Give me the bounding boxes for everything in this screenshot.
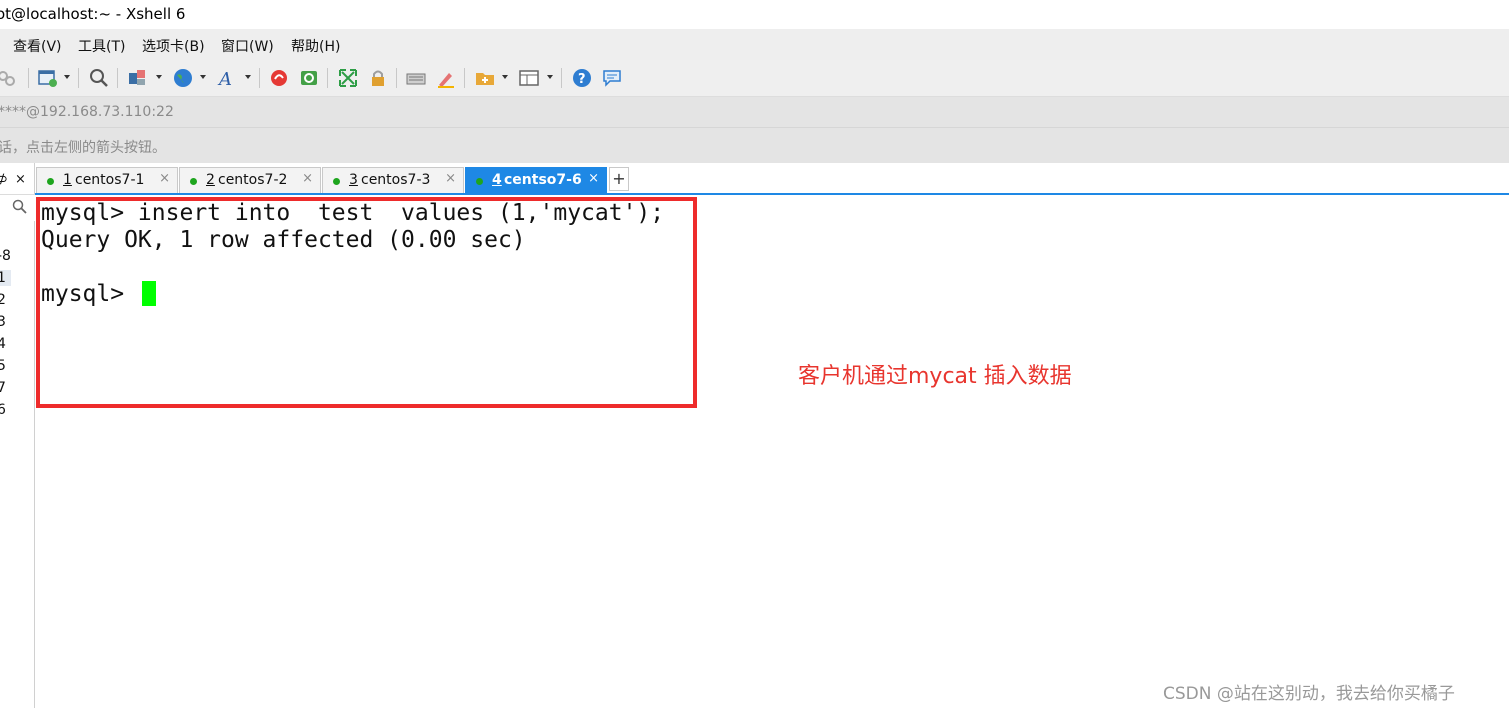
font-dropdown-icon[interactable] [245,75,251,79]
pin-icon[interactable]: ⊅ [0,172,8,187]
tab-number: 1 [63,172,72,188]
session-address: ****@192.168.73.110:22 [0,104,174,120]
tab-number: 3 [349,172,358,188]
properties-icon[interactable] [126,67,148,89]
xmanager-icon[interactable] [298,67,320,89]
toolbar-separator [464,68,465,88]
folder-dropdown-icon[interactable] [502,75,508,79]
hint-bar: 话，点击左侧的箭头按钮。 [0,128,1509,163]
chat-icon[interactable] [601,67,623,89]
session-item[interactable]: 2 [0,292,6,308]
toolbar-separator [117,68,118,88]
tab-label: centso7-6 [504,172,582,188]
close-icon[interactable]: × [15,172,26,187]
menu-bar: 查看(V) 工具(T) 选项卡(B) 窗口(W) 帮助(H) [0,29,1509,60]
session-search-field[interactable] [0,194,35,221]
toolbar-separator [28,68,29,88]
tab-bar: 1 centos7-1 × 2 centos7-2 × 3 centos7-3 … [35,163,1509,195]
xftp-icon[interactable] [268,67,290,89]
new-session-icon[interactable] [37,67,59,89]
highlight-box [36,197,697,408]
annotation-text: 客户机通过mycat 插入数据 [798,364,1072,389]
session-item[interactable]: 7 [0,380,6,396]
help-icon[interactable]: ? [571,67,593,89]
tab-centso7-6[interactable]: 4 centso7-6 × [465,167,607,193]
font-icon[interactable]: A [217,67,239,89]
toolbar-separator [561,68,562,88]
layout-dropdown-icon[interactable] [547,75,553,79]
menu-help[interactable]: 帮助(H) [291,36,340,56]
tab-label: centos7-3 [361,172,431,188]
session-manager-panel: ⊅ × -8 1 2 3 4 5 7 6 [0,163,35,708]
toolbar: A ? [0,60,1509,97]
status-dot [47,178,54,185]
tab-close-icon[interactable]: × [445,171,456,186]
session-item[interactable]: 4 [0,336,6,352]
session-item[interactable]: 3 [0,314,6,330]
menu-tools[interactable]: 工具(T) [78,36,125,56]
layout-icon[interactable] [518,67,540,89]
properties-dropdown-icon[interactable] [156,75,162,79]
session-item[interactable]: -8 [0,248,11,264]
svg-text:?: ? [578,72,586,87]
title-bar: ot@localhost:~ - Xshell 6 [0,0,1509,29]
tab-close-icon[interactable]: × [159,171,170,186]
toolbar-separator [259,68,260,88]
tab-label: centos7-2 [218,172,288,188]
tab-centos7-1[interactable]: 1 centos7-1 × [36,167,178,193]
tab-centos7-3[interactable]: 3 centos7-3 × [322,167,464,193]
menu-view[interactable]: 查看(V) [13,36,62,56]
new-tab-button[interactable]: + [609,167,629,191]
tab-close-icon[interactable]: × [588,171,599,186]
tab-number: 4 [492,172,502,188]
new-folder-icon[interactable] [474,67,496,89]
watermark-text: CSDN @站在这别动，我去给你买橘子 [1163,684,1455,704]
lock-icon[interactable] [367,67,389,89]
fullscreen-icon[interactable] [337,67,359,89]
globe-dropdown-icon[interactable] [200,75,206,79]
tab-close-icon[interactable]: × [302,171,313,186]
tab-centos7-2[interactable]: 2 centos7-2 × [179,167,321,193]
svg-text:A: A [217,69,232,89]
status-dot [190,178,197,185]
link-icon[interactable] [0,67,18,89]
status-dot [476,178,483,185]
highlighter-icon[interactable] [435,67,457,89]
tab-label: centos7-1 [75,172,145,188]
keyboard-icon[interactable] [405,67,427,89]
tab-number: 2 [206,172,215,188]
globe-icon[interactable] [172,67,194,89]
session-item-selected[interactable]: 1 [0,270,11,286]
toolbar-separator [396,68,397,88]
hint-text: 话，点击左侧的箭头按钮。 [0,140,166,156]
menu-tabs[interactable]: 选项卡(B) [142,36,205,56]
status-dot [333,178,340,185]
session-item[interactable]: 6 [0,402,6,418]
address-bar[interactable]: ****@192.168.73.110:22 [0,97,1509,128]
session-item[interactable]: 5 [0,358,6,374]
toolbar-separator [78,68,79,88]
toolbar-separator [327,68,328,88]
search-icon[interactable] [88,67,110,89]
menu-window[interactable]: 窗口(W) [221,36,274,56]
new-session-dropdown-icon[interactable] [64,75,70,79]
window-title: ot@localhost:~ - Xshell 6 [0,5,186,23]
search-icon [12,199,27,214]
